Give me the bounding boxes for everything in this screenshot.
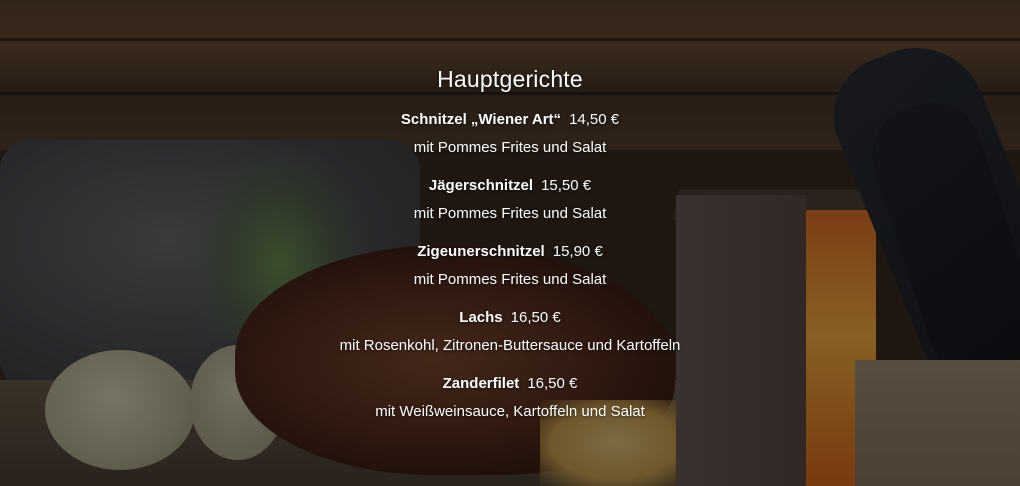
- dish-price: 16,50 €: [510, 309, 561, 326]
- section-title: Hauptgerichte: [437, 66, 583, 92]
- dish-price: 14,50 €: [569, 111, 620, 128]
- dish-price: 15,50 €: [541, 177, 592, 194]
- dish-price: 15,90 €: [552, 243, 603, 260]
- dish-description: mit Pommes Frites und Salat: [413, 205, 607, 222]
- dish-name: Zanderfilet: [442, 375, 520, 392]
- menu-item-heading: Zigeunerschnitzel 15,90 €: [0, 242, 1020, 262]
- menu-item-heading: Lachs 16,50 €: [0, 308, 1020, 328]
- dish-description: mit Pommes Frites und Salat: [413, 139, 607, 156]
- menu-item-heading: Jägerschnitzel 15,50 €: [0, 176, 1020, 196]
- dish-description: mit Rosenkohl, Zitronen-Buttersauce und …: [339, 337, 681, 354]
- dish-description: mit Pommes Frites und Salat: [413, 271, 607, 288]
- dish-name: Lachs: [459, 309, 503, 326]
- dish-name: Jägerschnitzel: [428, 177, 534, 194]
- dish-price: 16,50 €: [527, 375, 578, 392]
- dish-name: Zigeunerschnitzel: [417, 243, 545, 260]
- dish-name: Schnitzel „Wiener Art“: [400, 111, 562, 128]
- menu-item-heading: Zanderfilet 16,50 €: [0, 374, 1020, 394]
- dish-description: mit Weißweinsauce, Kartoffeln und Salat: [375, 403, 645, 420]
- menu-item-heading: Schnitzel „Wiener Art“ 14,50 €: [0, 110, 1020, 130]
